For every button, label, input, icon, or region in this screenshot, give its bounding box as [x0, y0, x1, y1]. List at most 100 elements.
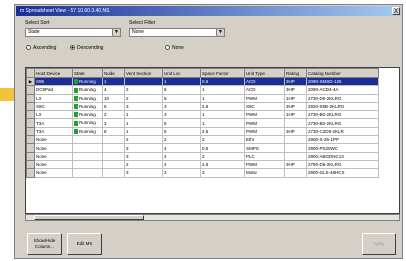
- table-cell[interactable]: 2790-D6-2KLRG: [306, 159, 379, 170]
- table-cell[interactable]: 8: [102, 126, 125, 137]
- table-cell[interactable]: 2920-S9B-2KLRG: [306, 101, 379, 112]
- table-cell[interactable]: 2900-PS20WC: [306, 143, 379, 153]
- table-cell[interactable]: 2: [124, 135, 163, 145]
- table-cell[interactable]: PWM: [244, 159, 285, 170]
- table-cell[interactable]: 3HP: [284, 76, 307, 87]
- table-cell[interactable]: 5: [102, 101, 125, 112]
- table-cell[interactable]: 4: [102, 85, 125, 95]
- table-cell[interactable]: 2: [200, 135, 245, 145]
- row-header[interactable]: [26, 168, 35, 178]
- table-cell[interactable]: 10: [102, 93, 125, 103]
- radio-descending[interactable]: Descending: [70, 44, 103, 52]
- row-header[interactable]: [26, 110, 35, 120]
- row-header[interactable]: [26, 126, 35, 137]
- table-cell[interactable]: 5: [162, 126, 201, 137]
- table-cell[interactable]: 1: [200, 110, 245, 120]
- column-header[interactable]: Unit Type: [244, 68, 285, 78]
- table-cell[interactable]: 2: [102, 110, 125, 120]
- table-cell[interactable]: [102, 135, 125, 145]
- column-header[interactable]: Space Factor: [200, 68, 245, 78]
- table-cell[interactable]: 2: [124, 85, 163, 95]
- table-cell[interactable]: 5: [162, 93, 201, 103]
- table-cell[interactable]: 3: [102, 118, 125, 128]
- table-cell[interactable]: None: [34, 159, 73, 170]
- table-cell[interactable]: Running: [72, 93, 103, 103]
- table-cell[interactable]: 6: [162, 85, 201, 95]
- table-cell[interactable]: [102, 159, 125, 170]
- table-cell[interactable]: 3: [162, 110, 201, 120]
- table-cell[interactable]: 2900-GLS-48HCS: [306, 168, 379, 178]
- table-cell[interactable]: 1HP: [284, 93, 307, 103]
- table-cell[interactable]: 2730-B0-2KLRG: [306, 110, 379, 120]
- table-cell[interactable]: S9C: [34, 101, 73, 112]
- table-cell[interactable]: 2.5: [200, 159, 245, 170]
- table-cell[interactable]: 4: [162, 143, 201, 153]
- table-cell[interactable]: [72, 151, 103, 161]
- table-cell[interactable]: [102, 168, 125, 178]
- table-cell[interactable]: 2090-ACD4-4A: [306, 85, 379, 95]
- table-cell[interactable]: 0.5: [200, 76, 245, 87]
- row-header[interactable]: [26, 93, 35, 103]
- show-hide-column-button[interactable]: Show/Hide Column...: [27, 233, 62, 255]
- table-cell[interactable]: 1HP: [284, 110, 307, 120]
- scrollbar-thumb[interactable]: [34, 215, 144, 220]
- table-cell[interactable]: ACD: [244, 76, 285, 87]
- table-cell[interactable]: L3: [34, 93, 73, 103]
- row-header[interactable]: [26, 85, 35, 95]
- table-cell[interactable]: Motw: [244, 168, 285, 178]
- table-row[interactable]: None 2 4 2.5 PWM 3HP 2790-D6-2KLRG: [26, 159, 379, 170]
- column-header[interactable]: Host Device: [34, 68, 73, 78]
- table-cell[interactable]: ACD: [244, 85, 285, 95]
- table-cell[interactable]: 2.5: [200, 101, 245, 112]
- table-cell[interactable]: Ethr: [244, 135, 285, 145]
- horizontal-scrollbar[interactable]: [25, 214, 400, 221]
- table-cell[interactable]: [102, 143, 125, 153]
- row-header[interactable]: [26, 118, 35, 128]
- table-cell[interactable]: T3A: [34, 118, 73, 128]
- table-cell[interactable]: 1: [200, 85, 245, 95]
- table-cell[interactable]: 1: [102, 76, 125, 87]
- table-cell[interactable]: 2900-S-25-1PP: [306, 135, 379, 145]
- radio-ascending[interactable]: Ascending: [26, 44, 56, 52]
- table-row[interactable]: ▶ S95 Running 1 1 0.5 ACD 3HP 2090-SMSD-125: [26, 76, 379, 87]
- column-header[interactable]: Unit Loc: [162, 68, 201, 78]
- table-cell[interactable]: DC9Pad: [34, 85, 73, 95]
- table-cell[interactable]: 2730-B0-2KLRG: [306, 118, 379, 128]
- row-header[interactable]: [26, 151, 35, 161]
- table-cell[interactable]: 4: [162, 151, 201, 161]
- table-cell[interactable]: 1: [200, 93, 245, 103]
- table-cell[interactable]: 1: [124, 126, 163, 137]
- table-cell[interactable]: SMPS: [244, 143, 285, 153]
- table-row[interactable]: None 3 2 3 Motw 2900-GLS-48HCS: [26, 168, 379, 178]
- table-row[interactable]: S9C Running 5 3 3 2.5 S9C 3HP 2920-S9B-2KLRG: [26, 101, 379, 112]
- table-cell[interactable]: 1: [200, 118, 245, 128]
- row-header[interactable]: [26, 143, 35, 153]
- table-cell[interactable]: 1: [124, 118, 163, 128]
- table-cell[interactable]: 3: [124, 101, 163, 112]
- table-cell[interactable]: Running: [72, 126, 103, 137]
- column-header[interactable]: State: [72, 68, 103, 78]
- table-cell[interactable]: [72, 143, 103, 153]
- table-cell[interactable]: None: [34, 143, 73, 153]
- column-header[interactable]: Vent Section: [124, 68, 163, 78]
- chevron-down-icon[interactable]: ▼: [216, 29, 224, 36]
- table-cell[interactable]: Running: [72, 118, 103, 128]
- radio-none[interactable]: None: [165, 44, 184, 52]
- chevron-down-icon[interactable]: ▼: [112, 29, 120, 36]
- table-row[interactable]: None 3 4 0.5 SMPS 2900-PS20WC: [26, 143, 379, 153]
- table-cell[interactable]: L3: [34, 110, 73, 120]
- table-cell[interactable]: [284, 143, 307, 153]
- apply-button[interactable]: Apply: [362, 233, 396, 255]
- table-cell[interactable]: 2: [124, 159, 163, 170]
- table-row[interactable]: None 2 2 2 Ethr 2900-S-25-1PP: [26, 135, 379, 145]
- table-cell[interactable]: 3: [124, 151, 163, 161]
- table-cell[interactable]: 3: [200, 168, 245, 178]
- table-cell[interactable]: 3HP: [284, 159, 307, 170]
- sort-dropdown[interactable]: State ▼: [25, 28, 121, 37]
- table-cell[interactable]: PWM: [244, 110, 285, 120]
- table-cell[interactable]: 2.5: [200, 126, 245, 137]
- table-cell[interactable]: Running: [72, 85, 103, 95]
- table-cell[interactable]: [124, 76, 163, 87]
- table-cell[interactable]: 2090-SMSD-125: [306, 76, 379, 87]
- row-header[interactable]: [26, 135, 35, 145]
